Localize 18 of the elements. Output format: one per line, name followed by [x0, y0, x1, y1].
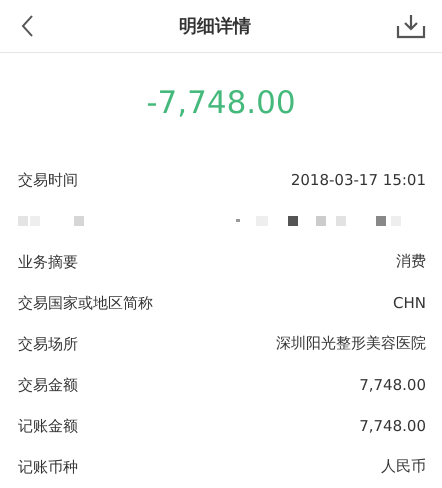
field-label: 交易时间 — [18, 170, 79, 190]
field-label: 业务摘要 — [18, 252, 79, 272]
field-value: 消费 — [396, 252, 426, 271]
back-icon[interactable] — [20, 14, 34, 38]
page-title: 明细详情 — [179, 15, 251, 38]
field-label: 记账币种 — [18, 456, 79, 476]
field-value: 人民币 — [381, 457, 426, 476]
field-label: 交易场所 — [18, 334, 79, 354]
field-label: 交易国家或地区简称 — [18, 292, 154, 312]
amount-text: -7,748.00 — [145, 84, 297, 123]
field-value: 7,748.00 — [359, 376, 426, 394]
download-icon[interactable] — [396, 13, 426, 39]
field-value: 2018-03-17 15:01 — [290, 170, 426, 188]
field-label: 记账金额 — [18, 416, 79, 436]
field-value: 7,748.00 — [359, 416, 426, 434]
field-value: CHN — [393, 294, 426, 312]
field-value: 深圳阳光整形美容医院 — [276, 334, 426, 353]
field-label: 交易金额 — [18, 374, 79, 394]
